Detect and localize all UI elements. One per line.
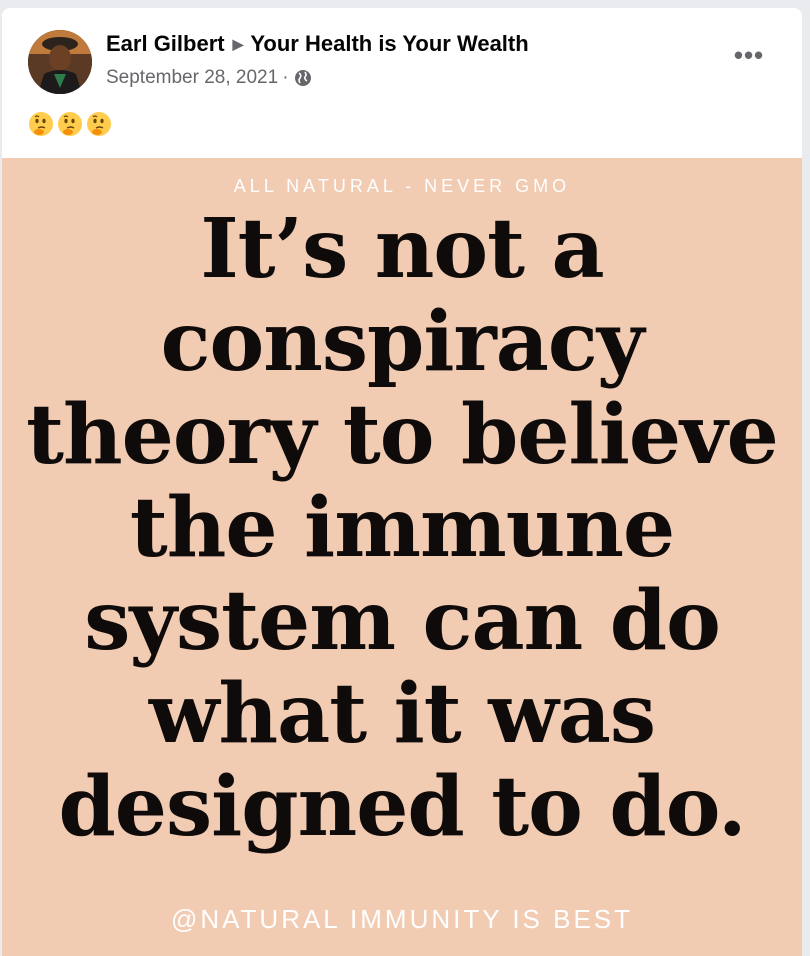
quote-line: the immune [129, 480, 675, 576]
triangle-right-icon: ▶ [232, 36, 244, 52]
thinking-face-icon [58, 112, 82, 136]
post-header: Earl Gilbert ▶ Your Health is Your Wealt… [2, 8, 802, 158]
quote-line: what it was [148, 666, 656, 762]
author-name[interactable]: Earl Gilbert [106, 31, 225, 57]
quote-line: designed to do. [58, 759, 746, 855]
thinking-face-icon [87, 112, 111, 136]
more-options-button[interactable]: ••• [724, 38, 774, 72]
quote-line: It’s not a [200, 201, 604, 297]
avatar-photo-icon [28, 30, 92, 94]
post-date[interactable]: September 28, 2021 [106, 67, 278, 89]
group-name[interactable]: Your Health is Your Wealth [250, 31, 528, 57]
quote-line: system can do [84, 573, 721, 669]
post-text-emojis [28, 108, 112, 140]
quote-line: theory to believe [26, 387, 779, 483]
facebook-post: Earl Gilbert ▶ Your Health is Your Wealt… [2, 8, 802, 956]
author-avatar[interactable] [28, 30, 92, 94]
thinking-face-icon [29, 112, 53, 136]
image-tagline-bottom: @NATURAL IMMUNITY IS BEST [170, 904, 634, 934]
post-meta: September 28, 2021 · [106, 66, 312, 90]
author-line: Earl Gilbert ▶ Your Health is Your Wealt… [106, 30, 529, 58]
image-quote: It’s not a conspiracy theory to believe … [2, 203, 802, 854]
meta-separator: · [282, 67, 289, 88]
quote-line: conspiracy [160, 294, 645, 390]
image-tagline-top: ALL NATURAL - NEVER GMO [233, 176, 571, 196]
post-image[interactable]: ALL NATURAL - NEVER GMO It’s not a consp… [2, 158, 802, 956]
globe-icon [294, 69, 312, 87]
